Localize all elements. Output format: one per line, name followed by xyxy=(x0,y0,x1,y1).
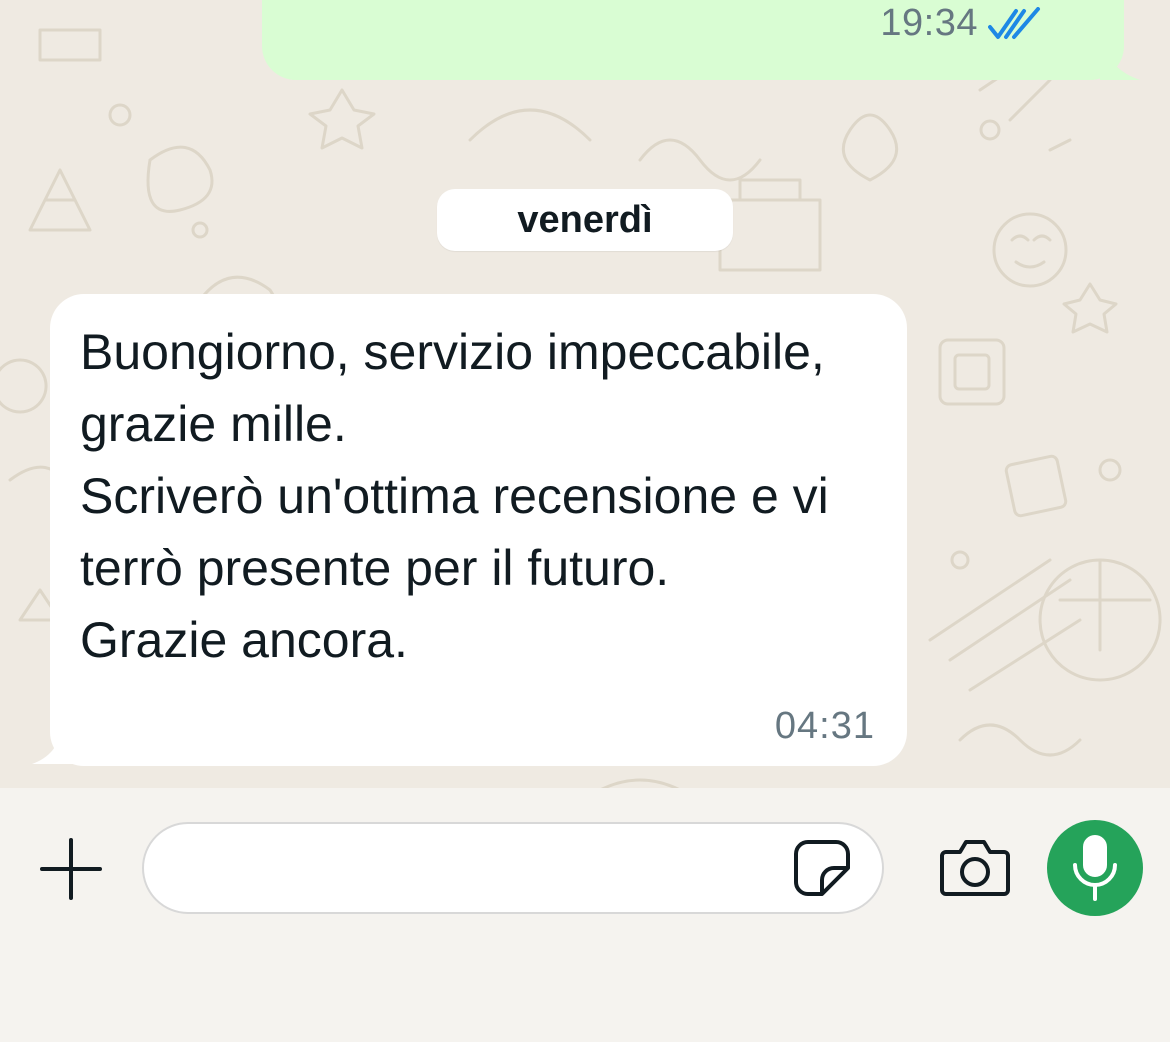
incoming-message-bubble[interactable]: Buongiorno, servizio impeccabile, grazie… xyxy=(50,294,907,766)
date-separator: venerdì xyxy=(437,189,733,251)
date-separator-label: venerdì xyxy=(517,198,653,241)
outgoing-bubble-tail xyxy=(1100,40,1140,80)
outgoing-message-bubble[interactable]: 19:34 xyxy=(262,0,1124,80)
outgoing-message-meta: 19:34 xyxy=(880,2,1042,45)
microphone-icon xyxy=(1073,835,1117,901)
incoming-message-text: Buongiorno, servizio impeccabile, grazie… xyxy=(80,324,829,668)
outgoing-message-time: 19:34 xyxy=(880,2,978,44)
message-input[interactable] xyxy=(142,822,884,914)
incoming-message-time: 04:31 xyxy=(774,705,875,747)
plus-icon[interactable] xyxy=(38,836,104,902)
camera-icon[interactable] xyxy=(938,838,1012,898)
microphone-button[interactable] xyxy=(1047,820,1143,916)
chat-area[interactable]: 19:34 venerdì Buongiorno, servizio impec… xyxy=(0,0,1170,788)
sticker-icon[interactable] xyxy=(792,838,852,898)
double-check-read-icon xyxy=(988,6,1040,39)
